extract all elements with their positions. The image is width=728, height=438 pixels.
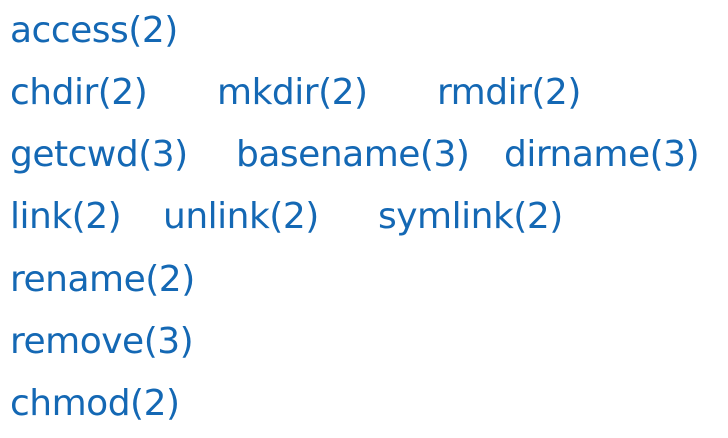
function-chmod: chmod(2) bbox=[10, 383, 180, 424]
function-list: access(2) chdir(2) mkdir(2) rmdir(2) get… bbox=[0, 0, 728, 438]
function-dirname: dirname(3) bbox=[504, 134, 700, 175]
function-getcwd: getcwd(3) bbox=[10, 134, 188, 175]
function-rename: rename(2) bbox=[10, 259, 195, 300]
function-access: access(2) bbox=[10, 10, 178, 51]
function-unlink: unlink(2) bbox=[163, 196, 319, 237]
function-remove: remove(3) bbox=[10, 321, 194, 362]
function-basename: basename(3) bbox=[236, 134, 470, 175]
function-mkdir: mkdir(2) bbox=[217, 72, 368, 113]
function-rmdir: rmdir(2) bbox=[437, 72, 581, 113]
function-symlink: symlink(2) bbox=[378, 196, 563, 237]
function-link: link(2) bbox=[10, 196, 122, 237]
function-chdir: chdir(2) bbox=[10, 72, 148, 113]
